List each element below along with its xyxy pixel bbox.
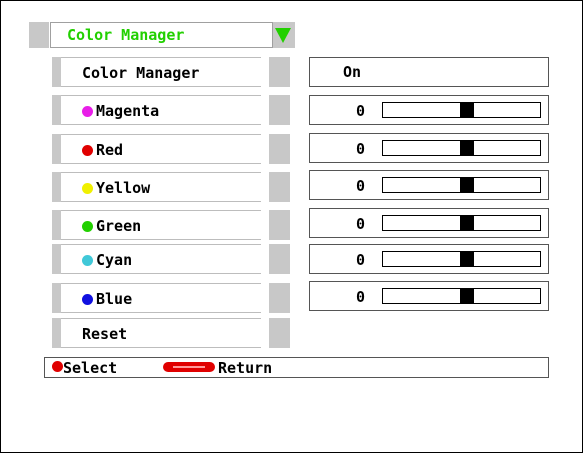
triangle-down-icon	[275, 28, 291, 43]
cyan-value: 0	[356, 251, 366, 269]
color-manager-value-box[interactable]: On	[309, 57, 549, 87]
menu-item-label: Magenta	[96, 102, 160, 120]
menu-item-label: Yellow	[96, 179, 151, 197]
menu-item-color-manager[interactable]: Color Manager	[52, 57, 290, 87]
red-dot-icon	[82, 145, 93, 156]
blue-slider-box[interactable]: 0	[309, 281, 549, 311]
header-left-cap	[29, 22, 49, 48]
green-value: 0	[356, 215, 366, 233]
menu-header-dropdown[interactable]: Color Manager	[29, 22, 295, 48]
magenta-slider-knob[interactable]	[460, 103, 474, 117]
blue-slider-knob[interactable]	[460, 289, 474, 303]
menu-item-magenta[interactable]: Magenta	[52, 95, 290, 125]
yellow-dot-icon	[82, 183, 93, 194]
menu-item-cyan[interactable]: Cyan	[52, 244, 290, 274]
button-hint-bar: Select Return	[44, 357, 549, 378]
magenta-slider-track[interactable]	[382, 102, 541, 118]
cyan-slider-track[interactable]	[382, 251, 541, 267]
yellow-value: 0	[356, 177, 366, 195]
menu-item-label: Reset	[82, 325, 128, 343]
select-hint-label: Select	[63, 359, 118, 377]
menu-item-green[interactable]: Green	[52, 210, 290, 240]
menu-item-reset[interactable]: Reset	[52, 318, 290, 348]
header-title: Color Manager	[67, 26, 185, 44]
red-slider-track[interactable]	[382, 140, 541, 156]
menu-item-label: Red	[96, 141, 124, 159]
green-slider-box[interactable]: 0	[309, 208, 549, 238]
red-slider-box[interactable]: 0	[309, 133, 549, 163]
cyan-slider-box[interactable]: 0	[309, 244, 549, 274]
blue-dot-icon	[82, 294, 93, 305]
yellow-slider-knob[interactable]	[460, 178, 474, 192]
return-hint-label: Return	[218, 359, 273, 377]
menu-item-label: Color Manager	[82, 64, 200, 82]
magenta-dot-icon	[82, 106, 93, 117]
blue-value: 0	[356, 288, 366, 306]
green-slider-track[interactable]	[382, 215, 541, 231]
magenta-slider-box[interactable]: 0	[309, 95, 549, 125]
magenta-value: 0	[356, 102, 366, 120]
menu-item-blue[interactable]: Blue	[52, 283, 290, 313]
menu-item-yellow[interactable]: Yellow	[52, 172, 290, 202]
red-value: 0	[356, 140, 366, 158]
green-dot-icon	[82, 221, 93, 232]
blue-slider-track[interactable]	[382, 288, 541, 304]
cyan-slider-knob[interactable]	[460, 252, 474, 266]
menu-item-label: Green	[96, 217, 142, 235]
menu-item-red[interactable]: Red	[52, 134, 290, 164]
header-title-box[interactable]: Color Manager	[50, 22, 273, 48]
header-dropdown-toggle[interactable]	[273, 22, 295, 48]
return-button-icon	[163, 362, 215, 372]
cyan-dot-icon	[82, 255, 93, 266]
menu-item-label: Cyan	[96, 251, 133, 269]
select-button-icon	[52, 361, 63, 372]
color-manager-value: On	[343, 63, 362, 81]
red-slider-knob[interactable]	[460, 141, 474, 155]
yellow-slider-box[interactable]: 0	[309, 170, 549, 200]
yellow-slider-track[interactable]	[382, 177, 541, 193]
green-slider-knob[interactable]	[460, 216, 474, 230]
menu-item-label: Blue	[96, 290, 133, 308]
